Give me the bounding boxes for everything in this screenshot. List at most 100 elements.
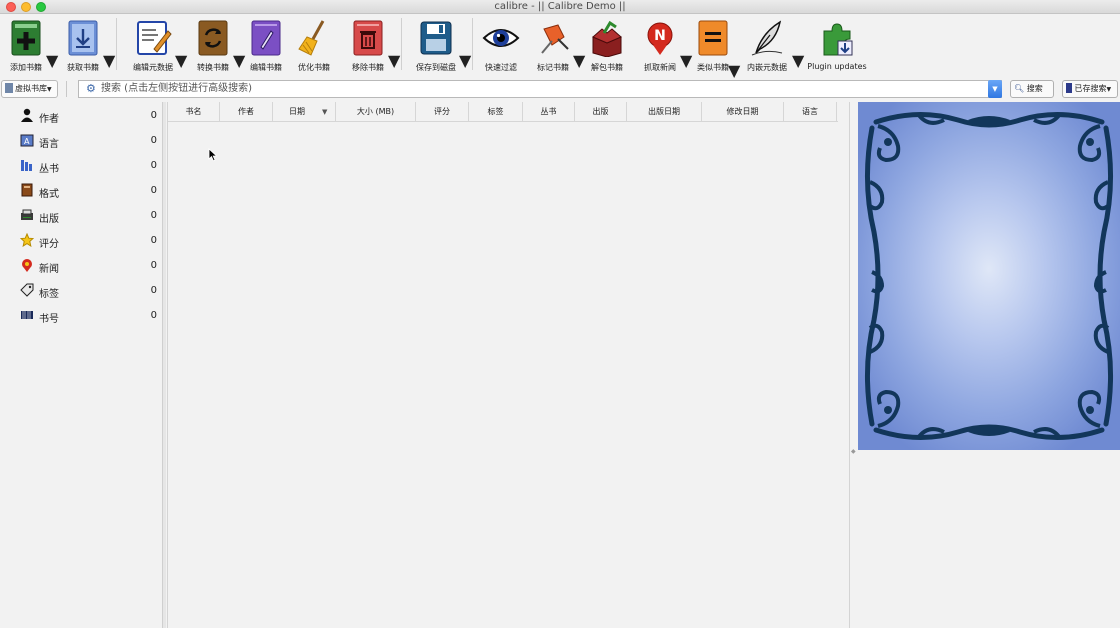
fetch-news-button[interactable]: N 抓取新闻 bbox=[640, 17, 680, 75]
svg-text:N: N bbox=[654, 28, 666, 44]
column-header-pubdate[interactable]: 出版日期 bbox=[627, 102, 702, 122]
edit-metadata-button[interactable]: 编辑元数据 bbox=[132, 17, 174, 75]
floppy-disk-icon bbox=[420, 21, 452, 55]
search-history-dropdown[interactable]: ▼ bbox=[988, 80, 1002, 98]
get-books-button[interactable]: 获取书籍 bbox=[63, 17, 103, 75]
open-box-icon bbox=[592, 20, 622, 57]
chevron-down-icon: ▼ bbox=[1106, 86, 1112, 93]
saved-searches-label: 已存搜索 bbox=[1074, 84, 1107, 93]
edit-book-button[interactable]: 编辑书籍 bbox=[246, 17, 286, 75]
tag-label: 标签 bbox=[39, 289, 59, 300]
language-icon: A bbox=[20, 134, 34, 147]
quick-view-button[interactable]: 快速过滤 bbox=[481, 17, 521, 75]
embed-metadata-button[interactable]: 内嵌元数据 bbox=[747, 17, 787, 75]
tag-count: 0 bbox=[150, 135, 157, 146]
tag-count: 0 bbox=[150, 310, 157, 321]
cover-splitter-handle[interactable]: ◆ bbox=[851, 448, 856, 455]
window-title: calibre - || Calibre Demo || bbox=[494, 1, 626, 12]
tag-browser-splitter[interactable] bbox=[162, 102, 166, 628]
tag-browser-item-series[interactable]: 丛书 0 bbox=[0, 156, 163, 176]
search-button-label: 搜索 bbox=[1026, 84, 1043, 93]
polish-books-button[interactable]: 优化书籍 bbox=[294, 17, 334, 75]
mouse-cursor-icon bbox=[208, 148, 218, 162]
eye-icon bbox=[482, 29, 520, 47]
similar-books-icon bbox=[698, 20, 728, 56]
book-cover-preview bbox=[858, 102, 1120, 450]
unpack-book-label: 解包书籍 bbox=[591, 63, 623, 72]
column-header-author[interactable]: 作者 bbox=[220, 102, 273, 122]
tag-browser-item-languages[interactable]: A 语言 0 bbox=[0, 131, 163, 151]
convert-books-button[interactable]: 转换书籍 bbox=[193, 17, 233, 75]
column-header-publisher[interactable]: 出版 bbox=[575, 102, 627, 122]
tag-count: 0 bbox=[150, 210, 157, 221]
virtual-library-button[interactable]: 虚拟书库▼ bbox=[1, 80, 58, 98]
edit-book-icon bbox=[251, 20, 281, 56]
tag-count: 0 bbox=[150, 235, 157, 246]
tag-browser-item-formats[interactable]: 格式 0 bbox=[0, 181, 163, 201]
tag-browser-item-authors[interactable]: 作者 0 bbox=[0, 106, 163, 126]
star-icon bbox=[20, 233, 34, 247]
identifier-icon bbox=[21, 311, 33, 319]
column-header-series[interactable]: 丛书 bbox=[523, 102, 575, 122]
tag-browser-item-publishers[interactable]: 出版 0 bbox=[0, 206, 163, 226]
tag-browser: 作者 0 A 语言 0 丛书 0 格式 0 出版 0 评分 0 新闻 0 标签 … bbox=[0, 102, 163, 628]
unpack-book-button[interactable]: 解包书籍 bbox=[587, 17, 627, 75]
column-header-title[interactable]: 书名 bbox=[168, 102, 220, 122]
broom-icon bbox=[298, 20, 325, 56]
column-header-modified[interactable]: 修改日期 bbox=[702, 102, 784, 122]
search-placeholder: 搜索 (点击左侧按钮进行高级搜索) bbox=[101, 83, 252, 94]
column-header-tags[interactable]: 标签 bbox=[469, 102, 523, 122]
tag-count: 0 bbox=[150, 110, 157, 121]
tag-count: 0 bbox=[150, 160, 157, 171]
series-icon bbox=[21, 160, 32, 171]
title-bar: calibre - || Calibre Demo || bbox=[0, 0, 1120, 14]
quick-view-label: 快速过滤 bbox=[485, 63, 517, 72]
tag-label: 书号 bbox=[39, 314, 59, 325]
search-input[interactable]: ⚙ 搜索 (点击左侧按钮进行高级搜索) ▼ bbox=[78, 80, 1002, 98]
tag-label: 作者 bbox=[39, 114, 59, 125]
tag-label: 格式 bbox=[39, 189, 59, 200]
tag-browser-item-tags[interactable]: 标签 0 bbox=[0, 281, 163, 301]
person-icon bbox=[21, 108, 33, 122]
puzzle-piece-icon bbox=[823, 23, 853, 56]
tag-browser-item-identifiers[interactable]: 书号 0 bbox=[0, 306, 163, 326]
polish-books-label: 优化书籍 bbox=[298, 63, 330, 72]
remove-books-button[interactable]: 移除书籍 bbox=[348, 17, 388, 75]
virtual-library-label: 虚拟书库 bbox=[15, 84, 47, 93]
pin-icon bbox=[541, 24, 569, 54]
save-to-disk-button[interactable]: 保存到磁盘 bbox=[416, 17, 456, 75]
column-header-languages[interactable]: 语言 bbox=[784, 102, 837, 122]
sort-descending-icon: ▼ bbox=[322, 108, 328, 116]
similar-books-button[interactable]: 类似书籍 bbox=[693, 17, 733, 75]
saved-searches-button[interactable]: 已存搜索▼ bbox=[1062, 80, 1118, 98]
tag-label: 丛书 bbox=[39, 164, 59, 175]
book-list: 书名 作者 日期 ▼ 大小 (MB) 评分 标签 丛书 出版 出版日期 修改日期… bbox=[167, 102, 850, 628]
add-book-icon bbox=[11, 20, 41, 56]
gear-icon[interactable]: ⚙ bbox=[86, 81, 96, 97]
embed-metadata-label: 内嵌元数据 bbox=[747, 63, 787, 72]
tag-label: 新闻 bbox=[39, 264, 59, 275]
tag-label: 语言 bbox=[39, 139, 59, 150]
edit-metadata-icon bbox=[137, 21, 172, 55]
mark-books-button[interactable]: 标记书籍 bbox=[533, 17, 573, 75]
add-books-button[interactable]: 添加书籍 bbox=[6, 17, 46, 75]
trash-book-icon bbox=[353, 20, 383, 56]
news-icon bbox=[22, 259, 32, 272]
tag-count: 0 bbox=[150, 185, 157, 196]
svg-text:A: A bbox=[24, 137, 30, 146]
plugin-updates-button[interactable]: Plugin updates bbox=[807, 17, 867, 75]
book-list-header: 书名 作者 日期 ▼ 大小 (MB) 评分 标签 丛书 出版 出版日期 修改日期… bbox=[168, 102, 838, 122]
tag-label: 出版 bbox=[39, 214, 59, 225]
plugin-updates-label: Plugin updates bbox=[807, 62, 867, 71]
search-bar: 虚拟书库▼ ⚙ 搜索 (点击左侧按钮进行高级搜索) ▼ 🔍︎ 搜索 已存搜索▼ bbox=[0, 78, 1120, 100]
tag-count: 0 bbox=[150, 260, 157, 271]
search-button[interactable]: 🔍︎ 搜索 bbox=[1010, 80, 1054, 98]
tag-browser-item-news[interactable]: 新闻 0 bbox=[0, 256, 163, 276]
default-cover-image bbox=[858, 102, 1120, 450]
column-header-rating[interactable]: 评分 bbox=[416, 102, 469, 122]
tag-count: 0 bbox=[150, 285, 157, 296]
column-header-size[interactable]: 大小 (MB) bbox=[336, 102, 416, 122]
convert-book-icon bbox=[198, 20, 228, 56]
tag-browser-item-rating[interactable]: 评分 0 bbox=[0, 231, 163, 251]
chevron-down-icon: ▼ bbox=[47, 86, 52, 93]
